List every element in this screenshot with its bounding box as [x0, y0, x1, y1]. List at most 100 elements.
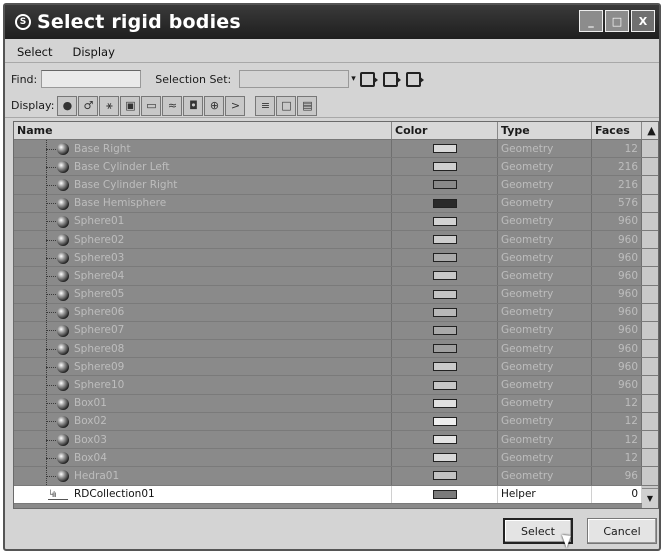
scrollbar-track[interactable] [642, 158, 658, 176]
object-name: Sphere01 [74, 215, 125, 228]
scrollbar-track[interactable] [642, 267, 658, 285]
groups-filter-icon[interactable]: ◘ [183, 95, 204, 116]
table-row[interactable]: Sphere04 Geometry 960 [14, 267, 658, 286]
menu-bar: Select Display [5, 41, 659, 63]
table-row[interactable]: Box04 Geometry 12 [14, 449, 658, 468]
helpers-filter-icon[interactable]: ▭ [141, 95, 162, 116]
column-header-color[interactable]: Color [392, 122, 498, 139]
column-header-faces[interactable]: Faces [592, 122, 642, 139]
dropdown-arrow-icon[interactable]: ▾ [351, 74, 356, 84]
cell-type: Geometry [498, 321, 592, 340]
cancel-button[interactable]: Cancel [587, 518, 657, 544]
cell-type: Geometry [498, 449, 592, 467]
cell-color [392, 140, 498, 158]
xrefs-filter-icon[interactable]: ⊕ [204, 95, 225, 116]
scrollbar-track[interactable] [642, 303, 658, 321]
cell-faces: 960 [592, 321, 642, 340]
color-swatch [432, 253, 457, 263]
cell-faces: 12 [592, 412, 642, 430]
table-row[interactable]: Sphere02 Geometry 960 [14, 230, 658, 250]
table-row[interactable]: Sphere08 Geometry 960 [14, 340, 658, 359]
selection-set-edit-icon[interactable] [405, 71, 424, 87]
object-name: Sphere02 [74, 233, 125, 246]
menu-display[interactable]: Display [62, 45, 124, 59]
scrollbar-track[interactable] [642, 394, 658, 412]
object-sphere-icon [57, 288, 69, 301]
scrollbar-track[interactable] [642, 285, 658, 303]
table-row[interactable]: Sphere01 Geometry 960 [14, 212, 658, 231]
table-row[interactable]: Base Cylinder Right Geometry 216 [14, 176, 658, 195]
spacewarps-filter-icon[interactable]: ≈ [162, 95, 183, 116]
select-none-icon[interactable]: □ [276, 95, 297, 116]
cell-color [392, 194, 498, 212]
scrollbar-track[interactable] [642, 230, 658, 249]
cell-color [392, 176, 498, 194]
table-row[interactable]: Box02 Geometry 12 [14, 412, 658, 431]
table-row[interactable]: Box01 Geometry 12 [14, 394, 658, 413]
table-row[interactable]: Sphere10 Geometry 960 [14, 376, 658, 395]
title-bar[interactable]: S Select rigid bodies _ □ X [5, 5, 659, 39]
scroll-down-icon[interactable]: ▼ [642, 488, 658, 508]
scrollbar-track[interactable] [642, 467, 658, 485]
table-row[interactable]: Hedra01 Geometry 96 [14, 467, 658, 486]
select-button[interactable]: Select [503, 518, 573, 544]
cell-faces: 12 [592, 394, 642, 412]
scroll-up-icon[interactable]: ▲ [642, 122, 658, 139]
scrollbar-track[interactable] [642, 340, 658, 358]
cell-faces: 0 [592, 485, 642, 503]
table-row[interactable]: Sphere07 Geometry 960 [14, 321, 658, 341]
cell-color [392, 431, 498, 449]
table-row[interactable]: Sphere09 Geometry 960 [14, 358, 658, 377]
selection-set-dropdown[interactable] [239, 70, 350, 88]
column-header-name[interactable]: Name [14, 122, 392, 139]
object-sphere-icon [57, 415, 69, 428]
object-list-table[interactable]: Name Color Type Faces ▲ Base Right Geomet… [13, 121, 659, 509]
shapes-filter-icon[interactable]: ♂ [78, 95, 99, 116]
minimize-button[interactable]: _ [579, 10, 603, 32]
table-row[interactable]: Base Right Geometry 12 [14, 140, 658, 159]
scrollbar-track[interactable] [642, 140, 658, 158]
table-row[interactable]: Base Hemisphere Geometry 576 [14, 194, 658, 213]
column-header-type[interactable]: Type [498, 122, 592, 139]
geometry-filter-icon[interactable]: ● [57, 95, 78, 116]
cell-name: Sphere09 [14, 358, 392, 376]
table-row[interactable]: Base Cylinder Left Geometry 216 [14, 158, 658, 177]
menu-select[interactable]: Select [5, 45, 62, 59]
close-button[interactable]: X [631, 10, 655, 32]
color-swatch [432, 162, 457, 172]
scrollbar-track[interactable] [642, 249, 658, 267]
cameras-filter-icon[interactable]: ▣ [120, 95, 141, 116]
cell-color [392, 321, 498, 340]
scrollbar-track[interactable] [642, 412, 658, 430]
scrollbar-track[interactable] [642, 194, 658, 212]
cell-faces: 960 [592, 376, 642, 394]
selection-set-remove-icon[interactable] [382, 71, 401, 87]
scrollbar-track[interactable] [642, 212, 658, 230]
scrollbar-track[interactable] [642, 449, 658, 467]
selection-set-add-icon[interactable] [359, 71, 378, 87]
cell-type: Geometry [498, 140, 592, 158]
scrollbar-track[interactable] [642, 358, 658, 376]
cell-faces: 960 [592, 358, 642, 376]
object-name: Sphere07 [74, 324, 125, 337]
cell-name: Box03 [14, 431, 392, 449]
select-invert-icon[interactable]: ▤ [297, 95, 318, 116]
lights-filter-icon[interactable]: ⚹ [99, 95, 120, 116]
table-row[interactable]: Box03 Geometry 12 [14, 431, 658, 450]
table-row[interactable]: Sphere06 Geometry 960 [14, 303, 658, 322]
cell-faces: 960 [592, 249, 642, 267]
find-input[interactable] [41, 70, 142, 88]
table-row-helper[interactable]: └ılı RDCollection01 Helper 0 [14, 485, 658, 504]
table-row[interactable]: Sphere05 Geometry 960 [14, 285, 658, 304]
cell-color [392, 358, 498, 376]
scrollbar-track[interactable] [642, 431, 658, 449]
maximize-button[interactable]: □ [605, 10, 629, 32]
select-all-icon[interactable]: ≡ [255, 95, 276, 116]
scrollbar-track[interactable] [642, 376, 658, 394]
scrollbar-track[interactable] [642, 321, 658, 340]
cell-faces: 960 [592, 230, 642, 249]
cell-type: Geometry [498, 431, 592, 449]
bones-filter-icon[interactable]: > [225, 95, 246, 116]
table-row[interactable]: Sphere03 Geometry 960 [14, 249, 658, 268]
scrollbar-track[interactable] [642, 176, 658, 194]
